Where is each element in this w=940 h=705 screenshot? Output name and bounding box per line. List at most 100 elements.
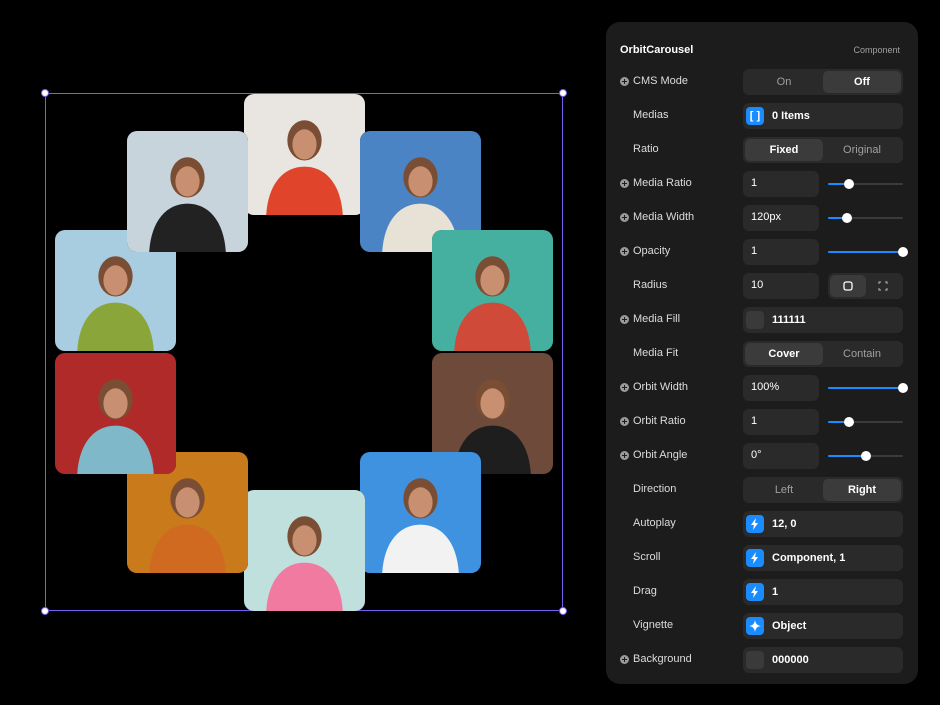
cms-mode-toggle[interactable]: On Off: [743, 69, 903, 95]
row-background: Background 000000: [606, 647, 918, 673]
ratio-original-option[interactable]: Original: [823, 139, 901, 161]
direction-left-option[interactable]: Left: [745, 479, 823, 501]
ratio-toggle[interactable]: Fixed Original: [743, 137, 903, 163]
cms-mode-label: CMS Mode: [633, 75, 689, 87]
plus-icon[interactable]: [620, 383, 629, 392]
media-fill-value: 111111: [772, 314, 806, 326]
autoplay-field[interactable]: 12, 0: [743, 511, 903, 537]
plus-icon[interactable]: [620, 655, 629, 664]
slider-knob[interactable]: [860, 451, 871, 461]
vignette-field[interactable]: Object: [743, 613, 903, 639]
color-swatch[interactable]: [746, 311, 764, 329]
plus-icon[interactable]: [620, 77, 629, 86]
row-drag: Drag 1: [606, 579, 918, 605]
cms-mode-off-option[interactable]: Off: [823, 71, 901, 93]
plus-icon[interactable]: [620, 247, 629, 256]
resize-handle-top-right[interactable]: [559, 89, 567, 97]
photo-woman-pink-top[interactable]: [244, 490, 365, 611]
cms-mode-on-option[interactable]: On: [745, 71, 823, 93]
media-ratio-label: Media Ratio: [633, 177, 692, 189]
plus-icon[interactable]: [620, 417, 629, 426]
drag-field[interactable]: 1: [743, 579, 903, 605]
row-orbit-ratio: Orbit Ratio 1: [606, 409, 918, 435]
row-media-width: Media Width 120px: [606, 205, 918, 231]
scroll-field[interactable]: Component, 1: [743, 545, 903, 571]
resize-handle-bottom-left[interactable]: [41, 607, 49, 615]
photo-woman-red-sweater[interactable]: [244, 94, 365, 215]
vignette-value: Object: [772, 620, 807, 632]
row-orbit-angle: Orbit Angle 0°: [606, 443, 918, 469]
slider-knob[interactable]: [844, 417, 854, 427]
photo-woman-sunglasses-sky[interactable]: [360, 452, 481, 573]
opacity-slider[interactable]: [828, 247, 908, 257]
medias-field[interactable]: [ ] 0 Items: [743, 103, 903, 129]
opacity-label: Opacity: [633, 245, 671, 257]
lightning-icon: [746, 515, 764, 533]
media-fill-label: Media Fill: [633, 313, 681, 325]
lightning-icon: [746, 583, 764, 601]
media-width-input[interactable]: 120px: [743, 205, 819, 231]
drag-label: Drag: [633, 585, 657, 597]
radius-mode-toggle[interactable]: [828, 273, 903, 299]
orbit-ratio-slider[interactable]: [828, 417, 903, 427]
radius-input[interactable]: 10: [743, 273, 819, 299]
background-value: 000000: [772, 654, 809, 666]
media-fit-cover-option[interactable]: Cover: [745, 343, 823, 365]
plus-icon[interactable]: [620, 179, 629, 188]
direction-toggle[interactable]: Left Right: [743, 477, 903, 503]
orbit-angle-input[interactable]: 0°: [743, 443, 819, 469]
slider-knob[interactable]: [898, 383, 908, 393]
properties-panel: OrbitCarousel Component CMS Mode On Off …: [606, 22, 918, 684]
row-scroll: Scroll Component, 1: [606, 545, 918, 571]
medias-label: Medias: [633, 109, 669, 121]
plus-icon[interactable]: [620, 315, 629, 324]
orbit-width-input[interactable]: 100%: [743, 375, 819, 401]
row-orbit-width: Orbit Width 100%: [606, 375, 918, 401]
media-ratio-input[interactable]: 1: [743, 171, 819, 197]
media-fit-contain-option[interactable]: Contain: [823, 343, 901, 365]
individual-corners-option[interactable]: [866, 275, 902, 297]
background-field[interactable]: 000000: [743, 647, 903, 673]
orbit-width-label: Orbit Width: [633, 381, 689, 393]
photo-woman-red-beanie[interactable]: [55, 353, 176, 474]
brackets-icon: [ ]: [746, 107, 764, 125]
canvas: [0, 0, 600, 705]
scroll-value: Component, 1: [772, 552, 846, 564]
panel-title: OrbitCarousel: [620, 44, 694, 56]
sparkle-icon: [746, 617, 764, 635]
photo-woman-striped-shirt[interactable]: [432, 230, 553, 351]
scroll-label: Scroll: [633, 551, 661, 563]
row-ratio: Ratio Fixed Original: [606, 137, 918, 163]
photo-woman-black-sweater[interactable]: [127, 131, 248, 252]
direction-label: Direction: [633, 483, 677, 495]
orbit-angle-slider[interactable]: [828, 451, 903, 461]
direction-right-option[interactable]: Right: [823, 479, 901, 501]
resize-handle-top-left[interactable]: [41, 89, 49, 97]
slider-knob[interactable]: [841, 213, 852, 223]
slider-knob[interactable]: [844, 179, 854, 189]
color-swatch[interactable]: [746, 651, 764, 669]
ratio-fixed-option[interactable]: Fixed: [745, 139, 823, 161]
autoplay-label: Autoplay: [633, 517, 676, 529]
orbit-ratio-input[interactable]: 1: [743, 409, 819, 435]
plus-icon[interactable]: [620, 213, 629, 222]
media-ratio-slider[interactable]: [828, 179, 903, 189]
media-fit-toggle[interactable]: Cover Contain: [743, 341, 903, 367]
opacity-input[interactable]: 1: [743, 239, 819, 265]
drag-value: 1: [772, 586, 779, 598]
slider-knob[interactable]: [898, 247, 908, 257]
uniform-corners-option[interactable]: [830, 275, 866, 297]
radius-label: Radius: [633, 279, 668, 291]
media-fill-field[interactable]: 111111: [743, 307, 903, 333]
plus-icon[interactable]: [620, 451, 629, 460]
media-fit-label: Media Fit: [633, 347, 679, 359]
panel-subtitle: Component: [853, 45, 900, 55]
media-width-slider[interactable]: [828, 213, 903, 223]
row-media-fit: Media Fit Cover Contain: [606, 341, 918, 367]
row-opacity: Opacity 1: [606, 239, 918, 265]
lightning-icon: [746, 549, 764, 567]
resize-handle-bottom-right[interactable]: [559, 607, 567, 615]
row-medias: Medias [ ] 0 Items: [606, 103, 918, 129]
square-rounded-icon: [843, 281, 853, 291]
orbit-width-slider[interactable]: [828, 383, 908, 393]
